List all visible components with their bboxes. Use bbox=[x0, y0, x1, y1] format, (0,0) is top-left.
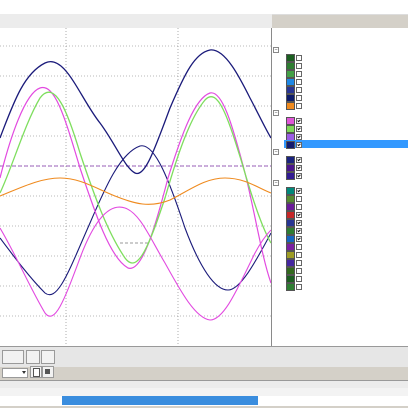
channel-row[interactable] bbox=[284, 85, 408, 94]
status-row-selected[interactable] bbox=[62, 396, 258, 405]
collapse-icon[interactable]: − bbox=[273, 109, 279, 116]
channel-section[interactable]: − bbox=[273, 179, 408, 186]
chevron-down-icon bbox=[22, 371, 26, 374]
channel-row[interactable] bbox=[284, 282, 408, 291]
channel-row[interactable] bbox=[284, 77, 408, 86]
collapse-icon[interactable]: − bbox=[273, 46, 279, 53]
series-line-magenta bbox=[0, 87, 271, 284]
channel-color-swatch[interactable] bbox=[286, 283, 295, 291]
channel-section[interactable]: − bbox=[273, 46, 408, 53]
series-line-green bbox=[0, 91, 271, 264]
channel-row[interactable] bbox=[284, 53, 408, 62]
channel-row[interactable] bbox=[284, 171, 408, 180]
channel-row[interactable] bbox=[284, 116, 408, 125]
toolbar-icon-button[interactable] bbox=[30, 366, 42, 378]
document-icon bbox=[33, 368, 40, 377]
channel-row[interactable] bbox=[284, 210, 408, 219]
toolbar-icon-button[interactable] bbox=[42, 366, 54, 378]
channel-row[interactable] bbox=[284, 132, 408, 141]
toolbar-button[interactable] bbox=[2, 350, 24, 364]
channel-row[interactable] bbox=[284, 163, 408, 172]
channel-visible-checkbox[interactable] bbox=[296, 284, 302, 290]
collapse-icon[interactable]: − bbox=[273, 179, 279, 186]
channel-row[interactable] bbox=[284, 69, 408, 78]
channel-row[interactable] bbox=[284, 250, 408, 259]
channel-row[interactable] bbox=[284, 218, 408, 227]
channel-row[interactable] bbox=[284, 61, 408, 70]
channel-section[interactable]: − bbox=[273, 109, 408, 116]
series-line-navy-inverted bbox=[0, 145, 271, 296]
channel-row[interactable] bbox=[284, 155, 408, 164]
channel-row[interactable] bbox=[284, 101, 408, 110]
collapse-icon[interactable]: − bbox=[273, 148, 279, 155]
channel-section[interactable]: − bbox=[273, 148, 408, 155]
series-line-magenta-lower bbox=[0, 206, 271, 321]
channel-row[interactable] bbox=[284, 226, 408, 235]
toolbar-button[interactable] bbox=[41, 350, 55, 364]
channel-row[interactable] bbox=[284, 202, 408, 211]
toolbar-button[interactable] bbox=[26, 350, 40, 364]
plot-svg bbox=[0, 28, 271, 346]
oscilloscope-plot[interactable] bbox=[0, 28, 272, 346]
bottom-toolbar bbox=[0, 346, 408, 367]
channel-row[interactable] bbox=[284, 266, 408, 275]
channel-row[interactable] bbox=[284, 124, 408, 133]
channel-row[interactable] bbox=[284, 186, 408, 195]
series-line-orange bbox=[0, 177, 271, 205]
plot-pane-title bbox=[0, 14, 272, 29]
toolbar-combo[interactable] bbox=[2, 368, 28, 378]
title-bar bbox=[0, 0, 408, 15]
channel-row[interactable] bbox=[284, 140, 408, 149]
oscilloscope-window: − − − − bbox=[0, 0, 408, 408]
save-icon bbox=[45, 369, 50, 374]
channel-row[interactable] bbox=[284, 242, 408, 251]
channel-row[interactable] bbox=[284, 93, 408, 102]
channel-row[interactable] bbox=[284, 234, 408, 243]
channel-row[interactable] bbox=[284, 258, 408, 267]
channel-row[interactable] bbox=[284, 194, 408, 203]
series-line-navy bbox=[0, 49, 271, 175]
channel-row[interactable] bbox=[284, 274, 408, 283]
